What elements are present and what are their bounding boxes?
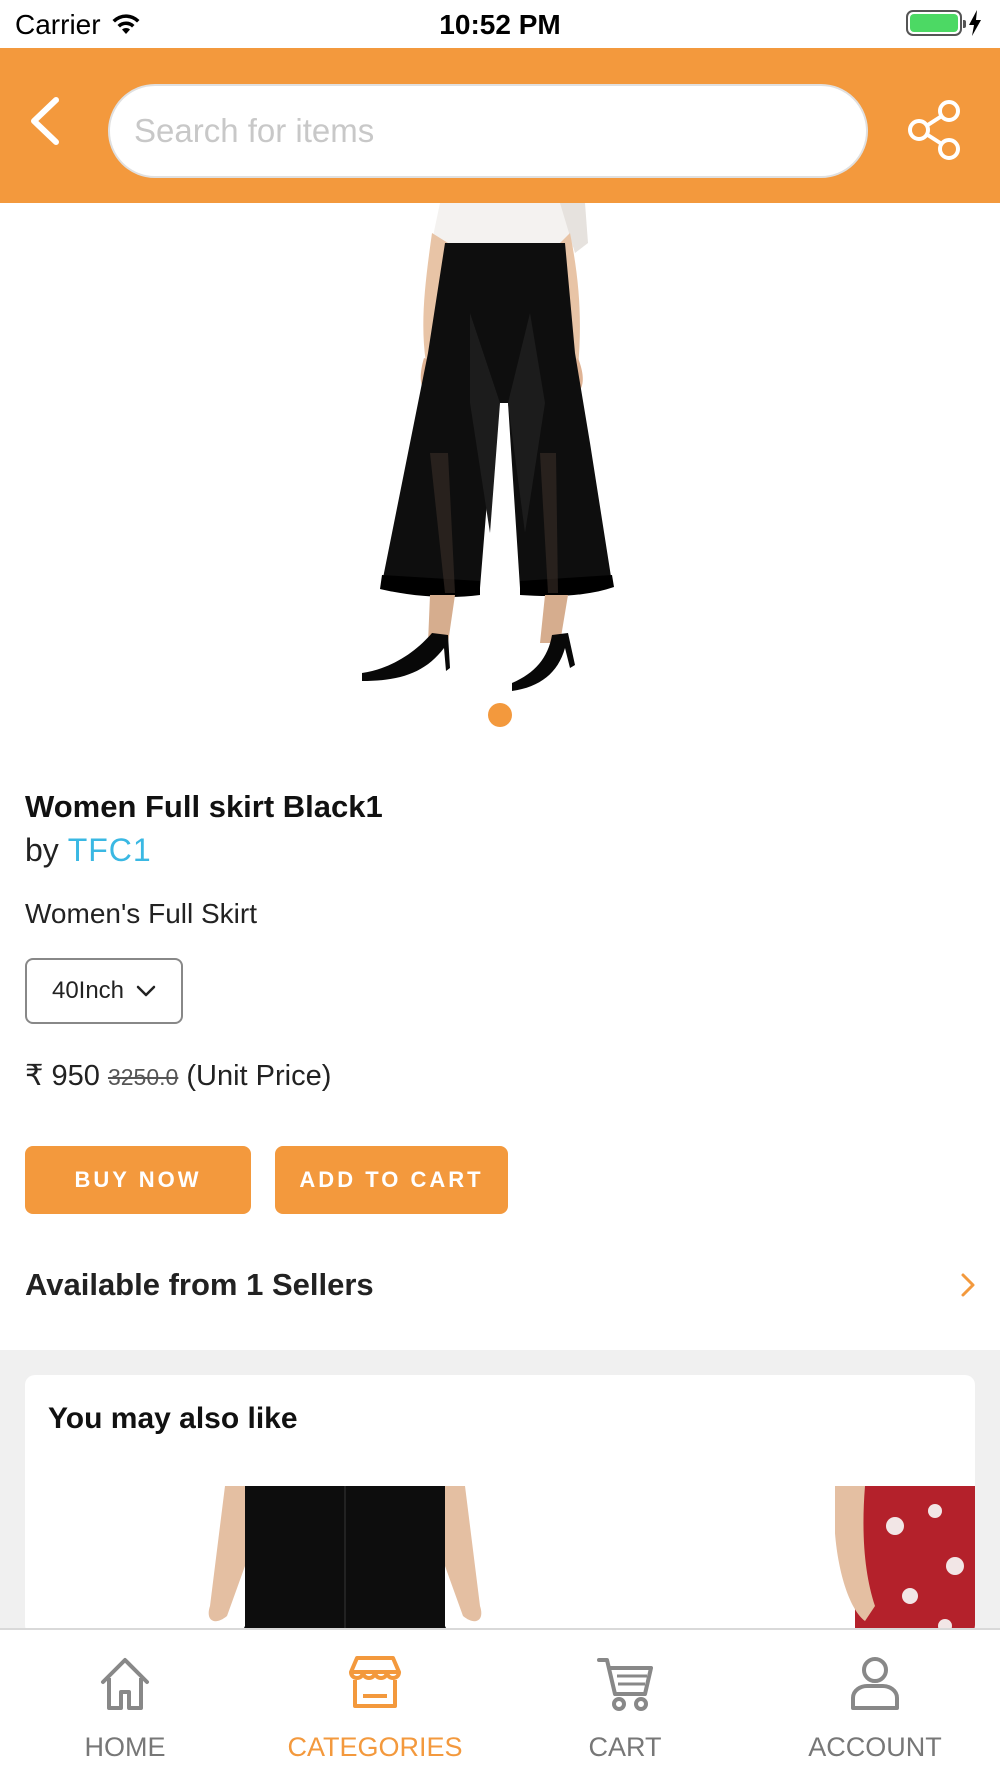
add-to-cart-button[interactable]: ADD TO CART bbox=[275, 1146, 508, 1214]
chevron-right-icon bbox=[961, 1273, 975, 1297]
tab-home[interactable]: HOME bbox=[0, 1630, 250, 1778]
tab-cart-label: CART bbox=[588, 1732, 662, 1762]
price-line: ₹ 950 3250.0 (Unit Price) bbox=[25, 1058, 331, 1093]
tab-categories-label: CATEGORIES bbox=[287, 1732, 463, 1762]
by-prefix: by bbox=[25, 832, 59, 868]
chevron-left-icon bbox=[31, 97, 59, 145]
battery-icon bbox=[906, 10, 966, 36]
current-price: 950 bbox=[51, 1060, 100, 1092]
store-icon bbox=[349, 1656, 401, 1708]
charging-bolt-icon bbox=[969, 10, 981, 36]
back-button[interactable] bbox=[22, 86, 72, 156]
suggestions-title: You may also like bbox=[48, 1402, 298, 1435]
chevron-down-icon bbox=[136, 985, 156, 997]
search-bar[interactable] bbox=[108, 84, 868, 178]
status-time: 10:52 PM bbox=[439, 9, 561, 40]
suggested-product-image[interactable] bbox=[205, 1486, 485, 1635]
product-photo bbox=[362, 203, 614, 691]
original-price: 3250.0 bbox=[107, 1064, 179, 1090]
tab-account-label: ACCOUNT bbox=[808, 1732, 942, 1762]
share-button[interactable] bbox=[905, 98, 965, 162]
user-icon bbox=[851, 1657, 899, 1710]
buy-now-button[interactable]: BUY NOW bbox=[25, 1146, 251, 1214]
size-value: 40Inch bbox=[51, 977, 125, 1004]
currency-symbol: ₹ bbox=[25, 1060, 44, 1092]
search-input[interactable] bbox=[110, 86, 866, 176]
suggested-product-image[interactable] bbox=[835, 1486, 975, 1635]
tab-account[interactable]: ACCOUNT bbox=[750, 1630, 1000, 1778]
product-image[interactable] bbox=[0, 203, 1000, 703]
battery-indicator bbox=[906, 10, 982, 36]
suggestions-card: You may also like bbox=[25, 1375, 975, 1635]
sellers-label: Available from 1 Sellers bbox=[25, 1267, 374, 1302]
tab-home-label: HOME bbox=[84, 1732, 166, 1762]
tab-cart[interactable]: CART bbox=[500, 1630, 750, 1778]
available-sellers-row[interactable]: Available from 1 Sellers bbox=[0, 1245, 1000, 1345]
bottom-tab-bar: HOME CATEGORIES CART ACCOUNT bbox=[0, 1628, 1000, 1778]
seller-link[interactable]: TFC1 bbox=[68, 832, 152, 868]
price-suffix: (Unit Price) bbox=[186, 1060, 332, 1092]
carousel-dot-active[interactable] bbox=[488, 703, 512, 727]
cart-icon bbox=[597, 1658, 653, 1711]
status-bar: Carrier 10:52 PM bbox=[0, 0, 1000, 48]
app-header bbox=[0, 48, 1000, 203]
product-subtitle: Women's Full Skirt bbox=[25, 898, 257, 929]
tab-categories[interactable]: CATEGORIES bbox=[250, 1630, 500, 1778]
product-title: Women Full skirt Black1 bbox=[25, 789, 383, 824]
home-icon bbox=[101, 1658, 149, 1710]
share-icon bbox=[908, 100, 960, 160]
product-byline: by TFC1 bbox=[25, 832, 152, 869]
size-dropdown[interactable]: 40Inch bbox=[25, 958, 183, 1024]
